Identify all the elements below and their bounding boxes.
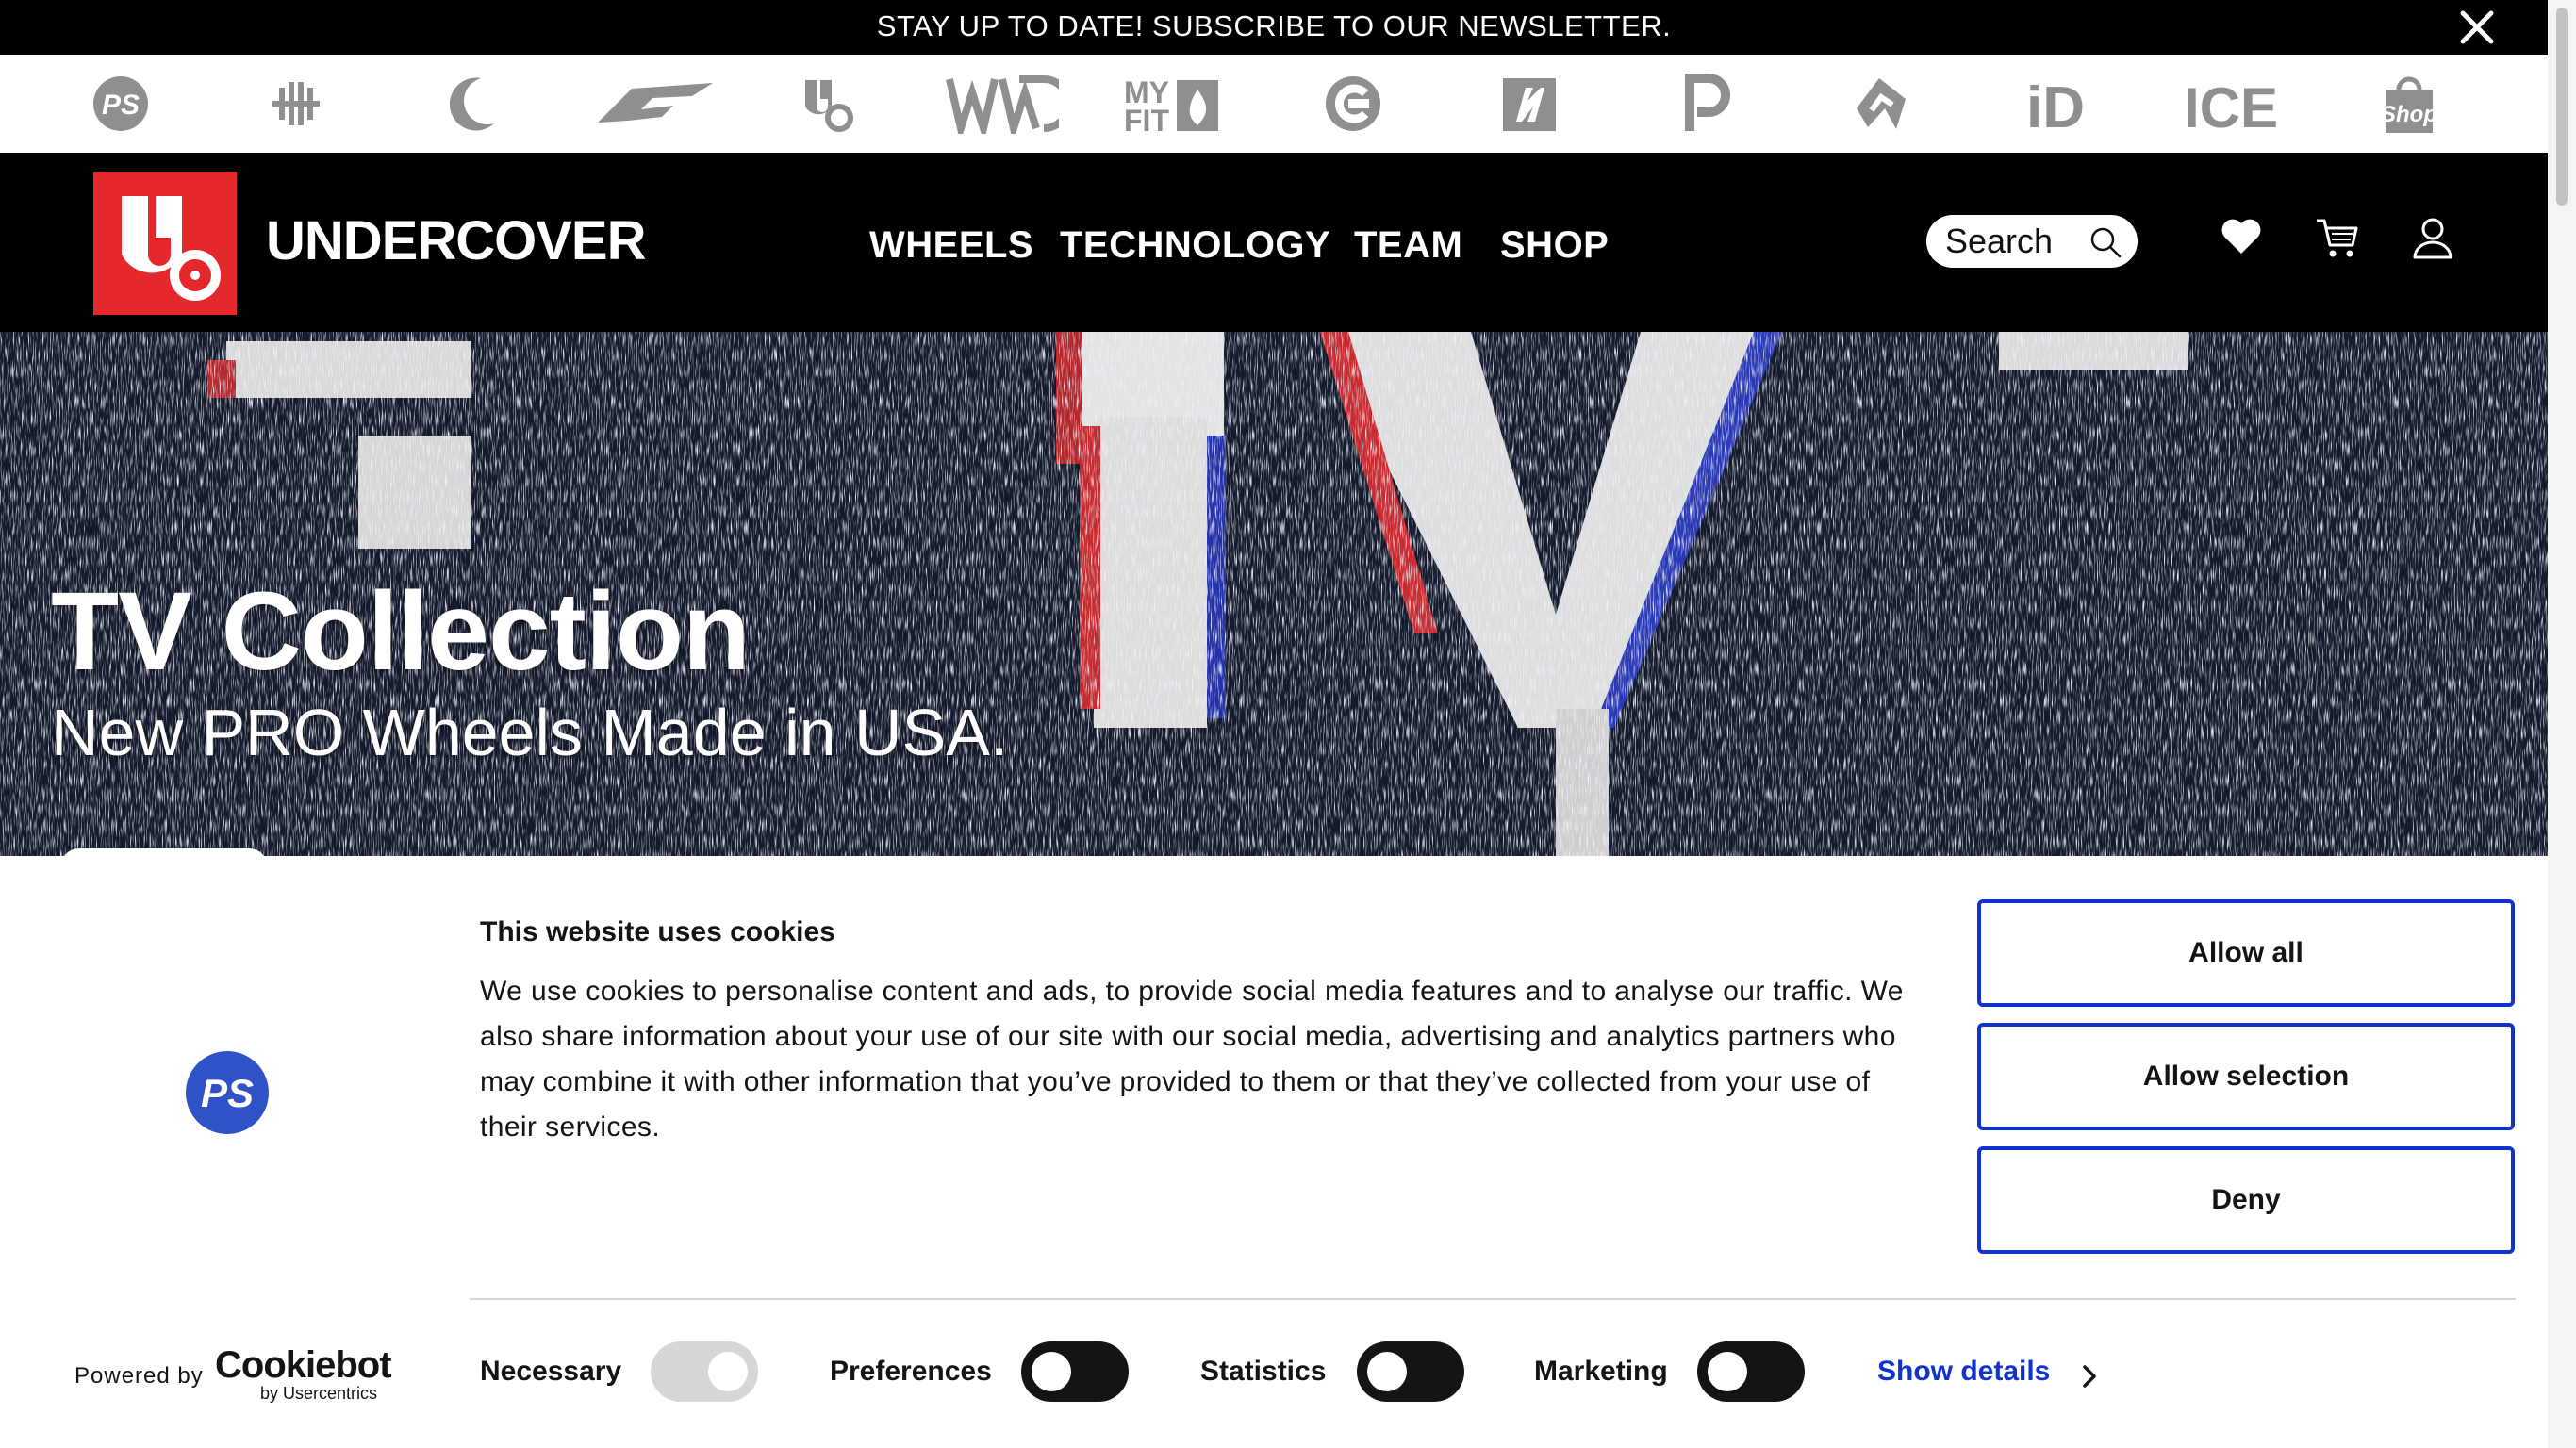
nav-technology[interactable]: TECHNOLOGY xyxy=(1060,224,1330,267)
brand-text: PS xyxy=(102,90,140,121)
chevron-right-icon[interactable] xyxy=(2080,1363,2099,1390)
p-brand-icon xyxy=(1685,74,1730,131)
cookie-banner: PS This website uses cookies We use cook… xyxy=(0,856,2548,1448)
allow-all-button[interactable]: Allow all xyxy=(1977,899,2515,1007)
ice-brand-icon: ICE xyxy=(2184,76,2278,137)
toggle-knob xyxy=(1367,1352,1407,1391)
brand-link-wd[interactable] xyxy=(941,66,1064,141)
brand-link-ps[interactable]: PS xyxy=(64,66,177,141)
undercover-logo[interactable] xyxy=(93,172,237,315)
svg-text:FIT: FIT xyxy=(1124,104,1169,137)
show-details-link[interactable]: Show details xyxy=(1877,1356,2050,1388)
statistics-label: Statistics xyxy=(1200,1356,1327,1387)
cookie-description: We use cookies to personalise content an… xyxy=(480,976,1904,1143)
undercover-brand-icon xyxy=(805,80,853,132)
powered-by-label: Powered by xyxy=(74,1363,204,1389)
ps-logo-icon: PS xyxy=(186,1051,269,1134)
uc-logo-icon xyxy=(122,196,221,301)
brand-bar: PS MY FIT iD ICE Shop xyxy=(0,55,2548,153)
brand-text: ICE xyxy=(2184,76,2278,137)
necessary-label: Necessary xyxy=(480,1356,622,1387)
brand-link-square[interactable] xyxy=(1472,66,1585,141)
search-box xyxy=(1926,215,2138,268)
nav-team[interactable]: TEAM xyxy=(1354,224,1462,267)
allow-selection-button[interactable]: Allow selection xyxy=(1977,1023,2515,1130)
hero-banner[interactable]: TV Collection New PRO Wheels Made in USA… xyxy=(0,332,2548,856)
hero-title: TV Collection xyxy=(51,569,751,694)
brand-link-undercover[interactable] xyxy=(768,66,882,141)
newsletter-link[interactable]: STAY UP TO DATE! SUBSCRIBE TO OUR NEWSLE… xyxy=(0,9,2548,43)
search-input[interactable] xyxy=(1945,222,2087,260)
brand-link-wing[interactable] xyxy=(594,66,717,141)
divider xyxy=(470,1298,2516,1300)
toggle-knob xyxy=(708,1352,748,1391)
toggle-knob xyxy=(1032,1352,1071,1391)
cookiebot-logo[interactable]: Cookiebot xyxy=(215,1344,392,1387)
brand-text: iD xyxy=(2026,75,2085,137)
square-brand-icon xyxy=(1503,78,1556,131)
preferences-label: Preferences xyxy=(830,1356,992,1387)
marketing-toggle[interactable] xyxy=(1697,1341,1805,1402)
myfit-brand-icon: MY FIT xyxy=(1124,75,1218,137)
id-brand-icon: iD xyxy=(2026,75,2085,137)
scrollbar-track[interactable] xyxy=(2548,0,2576,1448)
brand-link-c[interactable] xyxy=(1296,66,1410,141)
brand-link-id[interactable]: iD xyxy=(1999,66,2112,141)
main-header: UNDERCOVER WHEELS TECHNOLOGY TEAM SHOP xyxy=(0,153,2548,332)
toggle-knob xyxy=(1708,1352,1747,1391)
brand-name[interactable]: UNDERCOVER xyxy=(266,209,646,272)
brand-link-ramp[interactable] xyxy=(1824,66,1937,141)
nav-shop[interactable]: SHOP xyxy=(1500,224,1609,267)
cart-icon[interactable] xyxy=(2315,217,2360,260)
ramp-brand-icon xyxy=(1857,78,1906,129)
hero-cta-button[interactable] xyxy=(60,848,268,856)
user-icon[interactable] xyxy=(2411,216,2454,259)
cookie-title: This website uses cookies xyxy=(480,916,835,947)
deny-button[interactable]: Deny xyxy=(1977,1146,2515,1254)
brand-link-myfit[interactable]: MY FIT xyxy=(1120,66,1224,141)
usercentrics-label: by Usercentrics xyxy=(260,1384,378,1403)
brand-text: Shop xyxy=(2381,102,2437,127)
marketing-label: Marketing xyxy=(1534,1356,1668,1387)
wing-brand-icon xyxy=(598,83,713,123)
brand-link-crescent[interactable] xyxy=(416,66,529,141)
newsletter-bar: STAY UP TO DATE! SUBSCRIBE TO OUR NEWSLE… xyxy=(0,0,2548,55)
statistics-toggle[interactable] xyxy=(1357,1341,1464,1402)
heart-icon[interactable] xyxy=(2221,218,2262,255)
hero-subtitle: New PRO Wheels Made in USA. xyxy=(51,696,1009,769)
brand-link-shop[interactable]: Shop xyxy=(2353,66,2466,141)
wd-brand-icon xyxy=(946,75,1059,134)
brand-link-p[interactable] xyxy=(1649,66,1762,141)
brand-link-ice[interactable]: ICE xyxy=(2174,66,2287,141)
preferences-toggle[interactable] xyxy=(1021,1341,1129,1402)
search-icon[interactable] xyxy=(2089,225,2122,259)
seba-brand-icon xyxy=(272,82,320,125)
nav-wheels[interactable]: WHEELS xyxy=(869,224,1033,267)
crescent-brand-icon xyxy=(449,77,494,131)
necessary-toggle xyxy=(651,1341,758,1402)
close-icon[interactable] xyxy=(2455,6,2499,49)
c-brand-icon xyxy=(1326,76,1380,131)
brand-link-seba[interactable] xyxy=(239,66,353,141)
shop-bag-icon: Shop xyxy=(2381,76,2437,133)
ps-brand-icon: PS xyxy=(93,76,148,131)
scrollbar-thumb[interactable] xyxy=(2556,8,2568,206)
brand-text: PS xyxy=(201,1071,254,1115)
